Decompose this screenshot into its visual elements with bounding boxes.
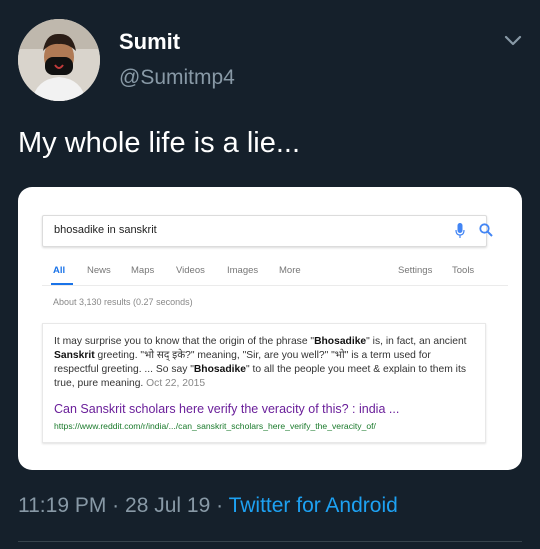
avatar-photo bbox=[18, 19, 100, 101]
meta-separator: · bbox=[112, 494, 120, 517]
tab-images: Images bbox=[227, 265, 259, 276]
search-tabs: All News Maps Videos Images More Setting… bbox=[18, 263, 522, 283]
tweet-meta: 11:19 PM · 28 Jul 19 · Twitter for Andro… bbox=[18, 494, 398, 518]
meta-separator: · bbox=[216, 494, 224, 517]
avatar[interactable] bbox=[18, 19, 100, 101]
tab-more: More bbox=[279, 265, 301, 276]
tweet-client-link[interactable]: Twitter for Android bbox=[229, 494, 398, 517]
divider bbox=[18, 541, 522, 542]
tweet-text: My whole life is a lie... bbox=[18, 127, 301, 159]
tab-all: All bbox=[53, 265, 66, 276]
tweet-time[interactable]: 11:19 PM bbox=[18, 494, 106, 517]
result-stats: About 3,130 results (0.27 seconds) bbox=[53, 297, 193, 307]
chevron-down-icon[interactable] bbox=[504, 33, 522, 47]
author-handle[interactable]: @Sumitmp4 bbox=[119, 66, 235, 90]
tab-settings: Settings bbox=[398, 265, 433, 276]
author-name[interactable]: Sumit bbox=[119, 29, 180, 55]
featured-snippet: It may surprise you to know that the ori… bbox=[42, 323, 486, 443]
snippet-date: Oct 22, 2015 bbox=[146, 378, 206, 389]
tab-videos: Videos bbox=[176, 265, 205, 276]
tweet: Sumit @Sumitmp4 My whole life is a lie..… bbox=[0, 0, 540, 549]
search-box: bhosadike in sanskrit bbox=[42, 215, 493, 247]
tab-news: News bbox=[87, 265, 111, 276]
mic-icon bbox=[455, 223, 465, 238]
result-title-link: Can Sanskrit scholars here verify the ve… bbox=[54, 402, 400, 416]
tab-tools: Tools bbox=[452, 265, 475, 276]
result-url: https://www.reddit.com/r/india/.../can_s… bbox=[54, 421, 376, 431]
attached-image-google-search[interactable]: bhosadike in sanskrit All News Maps Vide… bbox=[18, 187, 522, 470]
tabs-divider bbox=[42, 285, 508, 286]
tweet-date[interactable]: 28 Jul 19 bbox=[125, 494, 210, 517]
tab-maps: Maps bbox=[131, 265, 155, 276]
search-icon bbox=[479, 223, 493, 237]
snippet-text: It may surprise you to know that the ori… bbox=[54, 336, 467, 389]
search-query: bhosadike in sanskrit bbox=[54, 224, 157, 236]
